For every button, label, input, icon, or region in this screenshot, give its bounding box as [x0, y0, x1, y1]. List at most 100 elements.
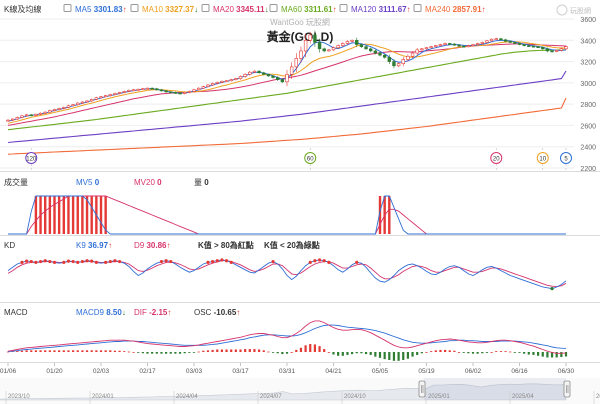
- osc-bar: [420, 352, 423, 354]
- kd-overbought-dot: [317, 258, 322, 262]
- kd-overbought-dot: [80, 259, 84, 264]
- legend-checkbox-icon: [130, 4, 139, 12]
- timeline-navigator[interactable]: 2023/10 2024/01 2024/04 2024/07 2024/10 2025/…: [0, 378, 600, 404]
- osc-bar: [20, 350, 24, 352]
- osc-bar: [383, 352, 386, 360]
- chart-title: 黃金(GOLD): [266, 29, 334, 44]
- candle-body: [155, 88, 159, 91]
- legend-item-ma120[interactable]: MA120 3111.67↑: [339, 4, 411, 15]
- legend-item-ma10[interactable]: MA10 3327.37↓: [130, 4, 198, 15]
- candle-body: [489, 38, 494, 42]
- kd-overbought-dot: [164, 259, 168, 263]
- candlestick: [396, 62, 401, 68]
- osc-bar: [323, 349, 326, 352]
- osc-bar: [188, 352, 191, 353]
- osc-bar: [406, 352, 409, 359]
- macd-lines: [7, 320, 567, 354]
- candle-body: [434, 45, 438, 47]
- candle-body: [378, 52, 382, 56]
- candle-body: [396, 63, 401, 67]
- candle-body: [313, 34, 317, 43]
- kd-overbought-dot: [29, 259, 33, 264]
- candlestick: [234, 77, 238, 81]
- legend-item-ma240[interactable]: MA240 2857.91↑: [413, 4, 486, 15]
- legend-mv5: MV5 0: [76, 178, 100, 187]
- x-tick-label: 02/17: [139, 368, 156, 375]
- x-tick-label: 03/03: [186, 368, 203, 375]
- kd-overbought-dot: [211, 259, 215, 264]
- badge-label: 20: [493, 157, 500, 163]
- kd-overbought-dot: [313, 259, 317, 263]
- timeline-label: 2025/04: [512, 394, 534, 400]
- candle-body: [336, 45, 340, 49]
- osc-bar: [513, 352, 516, 353]
- osc-bar: [90, 350, 93, 352]
- candle-body: [485, 40, 489, 43]
- osc-bar: [495, 351, 498, 352]
- osc-bar: [34, 350, 37, 352]
- osc-bar: [467, 352, 470, 354]
- legend-arrow: ↑: [123, 5, 127, 14]
- osc-bar: [341, 352, 344, 356]
- osc-bar: [351, 352, 354, 355]
- osc-bar: [239, 349, 242, 352]
- volume-bar: [76, 196, 79, 234]
- candlestick: [364, 45, 368, 51]
- x-tick-label: 01/06: [0, 368, 17, 375]
- y-tick-label: 2800: [580, 102, 596, 109]
- legend-arrow: ↑: [482, 5, 486, 14]
- osc-bar: [374, 352, 377, 357]
- osc-bar: [85, 350, 89, 352]
- osc-bar: [262, 350, 265, 352]
- legend-item-ma60[interactable]: MA60 3311.61↑: [269, 4, 337, 15]
- candle-body: [164, 90, 168, 93]
- osc-bar: [118, 350, 121, 352]
- candle-body: [280, 79, 285, 83]
- candle-body: [275, 77, 280, 80]
- timeline-left-handle[interactable]: [418, 380, 426, 398]
- kd-overbought-dot: [85, 259, 89, 263]
- osc-bar: [109, 350, 112, 352]
- osc-bar: [76, 350, 79, 352]
- osc-bar: [313, 344, 316, 352]
- candle-body: [285, 74, 289, 83]
- candle-body: [350, 39, 354, 42]
- osc-bar: [211, 349, 214, 352]
- legend-item-ma20[interactable]: MA20 3345.11↓: [201, 4, 269, 15]
- osc-bar: [174, 352, 177, 354]
- candlestick: [415, 47, 419, 55]
- candle-body: [10, 118, 15, 121]
- timeline-label: 2024/10: [344, 394, 366, 400]
- kd-legend: KD K9 36.97↑ D9 30.86↑ K值 > 80為紅點 K值 < 2…: [4, 240, 320, 250]
- legend-item-ma5[interactable]: MA5 3301.83↑: [63, 4, 127, 15]
- k9-line: [7, 259, 567, 290]
- candle-body: [99, 96, 103, 99]
- svg-text:MA240 2857.91↑: MA240 2857.91↑: [425, 5, 486, 14]
- volume-bar: [81, 196, 84, 234]
- timeline-label: 2025/07: [596, 394, 600, 400]
- candle-body: [308, 34, 312, 41]
- legend-d9: D9 30.86↑: [134, 241, 171, 250]
- candle-body: [136, 88, 140, 91]
- osc-bar: [453, 350, 456, 352]
- x-tick-label: 01/20: [46, 368, 63, 375]
- ma-period-badge: 60: [304, 148, 317, 170]
- ma-period-badge: 20: [490, 148, 503, 170]
- candle-body: [201, 86, 205, 89]
- price-y-axis: 2200 2400 2600 2800 3000 3200 3400 3600: [580, 17, 596, 173]
- osc-bar: [471, 352, 475, 354]
- volume-bar: [71, 196, 75, 234]
- candle-body: [43, 111, 47, 114]
- timeline-right-handle[interactable]: [563, 380, 571, 398]
- candle-body: [6, 119, 10, 122]
- osc-bar: [425, 352, 428, 353]
- volume-bar: [44, 196, 47, 234]
- candle-body: [545, 48, 550, 52]
- legend-osc: OSC -10.65↑: [194, 308, 240, 317]
- legend-value: 3311.61: [304, 5, 333, 14]
- svg-text:MA120 3111.67↑: MA120 3111.67↑: [351, 5, 411, 14]
- osc-bar: [216, 349, 219, 352]
- d9-line: [7, 260, 567, 288]
- candlestick: [238, 75, 243, 80]
- volume-panel: 成交量 MV5 0 MV20 0 量 0: [4, 177, 566, 235]
